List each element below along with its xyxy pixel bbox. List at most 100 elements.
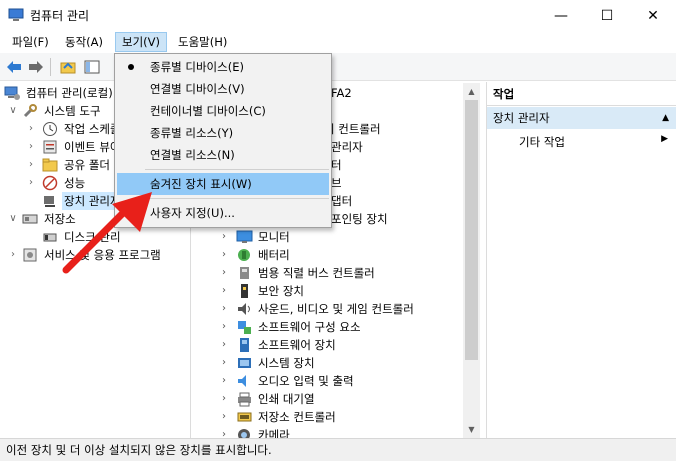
menu-separator [145, 169, 329, 170]
chevron-right-icon[interactable]: › [26, 120, 36, 138]
tree-item-label: 컴퓨터 관리(로컬) [26, 86, 113, 100]
event-viewer-icon [42, 139, 58, 155]
device-category-label: 저장소 컨트롤러 [258, 410, 336, 424]
chevron-right-icon[interactable]: › [222, 372, 232, 390]
menu-file[interactable]: 파일(F) [6, 32, 55, 52]
software-component-icon [236, 319, 253, 335]
menu-action[interactable]: 동작(A) [59, 32, 109, 52]
menu-item-label: 종류별 디바이스(E) [150, 60, 244, 74]
scroll-up-icon[interactable]: ▲ [463, 83, 480, 100]
forward-icon[interactable] [26, 58, 46, 76]
security-device-icon [236, 283, 253, 299]
device-category-label: 터 [331, 158, 342, 172]
chevron-down-icon[interactable]: ∨ [8, 102, 18, 120]
scrollbar-thumb[interactable] [465, 100, 478, 360]
chevron-right-icon[interactable]: › [222, 264, 232, 282]
device-category-label: 보안 장치 [258, 284, 304, 298]
window-title: 컴퓨터 관리 [30, 9, 90, 23]
print-queue-icon [236, 391, 253, 407]
menu-help[interactable]: 도움말(H) [172, 32, 233, 52]
device-category-label: 시스템 장치 [258, 356, 315, 370]
computer-management-icon [4, 85, 20, 101]
sound-icon [236, 301, 253, 317]
menu-item-label: 숨겨진 장치 표시(W) [150, 177, 252, 191]
services-icon [22, 247, 38, 263]
device-category-label: 소프트웨어 구성 요소 [258, 320, 361, 334]
device-category-label: 브 [331, 176, 342, 190]
title-bar: 컴퓨터 관리 — ☐ ✕ [0, 0, 676, 31]
chevron-right-icon[interactable]: › [222, 354, 232, 372]
view-menu-devices-by-type[interactable]: 종류별 디바이스(E) [117, 56, 329, 78]
storage-controller-icon [236, 409, 253, 425]
view-menu-devices-by-connection[interactable]: 연결별 디바이스(V) [117, 78, 329, 100]
chevron-right-icon[interactable]: › [222, 426, 232, 438]
device-category-label: 포인팅 장치 [331, 212, 388, 226]
device-category-label: 배터리 [258, 248, 290, 262]
chevron-right-icon[interactable]: › [222, 390, 232, 408]
chevron-right-icon[interactable]: › [26, 174, 36, 192]
device-category-label: 소프트웨어 장치 [258, 338, 336, 352]
actions-section-label: 장치 관리자 [493, 111, 550, 125]
device-category-label: 인쇄 대기열 [258, 392, 315, 406]
tree-item-label: 공유 폴더 [64, 158, 110, 172]
chevron-right-icon[interactable]: › [222, 300, 232, 318]
back-icon[interactable] [4, 58, 24, 76]
system-device-icon [236, 355, 253, 371]
device-category-label: 카메라 [258, 428, 290, 438]
chevron-right-icon[interactable]: › [8, 246, 18, 264]
menu-item-label: 컨테이너별 디바이스(C) [150, 104, 266, 118]
chevron-right-icon[interactable]: › [26, 156, 36, 174]
chevron-right-icon[interactable]: › [222, 282, 232, 300]
computer-management-app-icon [8, 8, 24, 22]
scroll-down-icon[interactable]: ▼ [463, 421, 480, 438]
minimize-button[interactable]: — [538, 0, 584, 31]
storage-icon [22, 211, 38, 227]
clock-icon [42, 121, 58, 137]
annotation-arrow-icon [62, 192, 152, 274]
chevron-right-icon[interactable]: › [26, 138, 36, 156]
device-manager-icon [42, 193, 58, 209]
camera-icon [236, 427, 253, 438]
show-hide-tree-icon[interactable] [82, 58, 102, 76]
chevron-right-icon[interactable]: › [222, 246, 232, 264]
device-category-label: 오디오 입력 및 출력 [258, 374, 354, 388]
actions-pane: 작업 장치 관리자 ▲ 기타 작업 ▶ [486, 82, 676, 438]
toolbar-separator [50, 58, 51, 76]
menu-view[interactable]: 보기(V) [115, 32, 167, 52]
collapse-caret-icon[interactable]: ▲ [662, 107, 669, 129]
device-root-label: FA2 [331, 86, 352, 100]
chevron-right-icon[interactable]: › [222, 408, 232, 426]
toolbar [0, 53, 676, 81]
device-category-label: 모니터 [258, 230, 290, 244]
chevron-right-icon[interactable]: › [222, 336, 232, 354]
view-menu-devices-by-container[interactable]: 컨테이너별 디바이스(C) [117, 100, 329, 122]
actions-section-device-manager[interactable]: 장치 관리자 ▲ [487, 107, 676, 129]
menu-bar: 파일(F) 동작(A) 보기(V) 도움말(H) [0, 31, 676, 53]
view-menu-resources-by-type[interactable]: 종류별 리소스(Y) [117, 122, 329, 144]
status-bar: 이전 장치 및 더 이상 설치되지 않은 장치를 표시합니다. [0, 438, 676, 461]
device-list-scrollbar[interactable]: ▲ ▼ [463, 83, 480, 438]
menu-item-label: 연결별 리소스(N) [150, 148, 235, 162]
actions-header: 작업 [487, 82, 676, 106]
usb-icon [236, 265, 253, 281]
chevron-down-icon[interactable]: ∨ [8, 210, 18, 228]
more-actions-item[interactable]: 기타 작업 [519, 134, 565, 150]
shared-folder-icon [42, 157, 58, 173]
close-button[interactable]: ✕ [630, 0, 676, 31]
menu-separator [145, 198, 329, 199]
performance-icon [42, 175, 58, 191]
tree-item-label: 시스템 도구 [44, 104, 101, 118]
submenu-arrow-icon[interactable]: ▶ [661, 134, 668, 144]
device-category-label: 관리자 [331, 140, 363, 154]
up-folder-icon[interactable] [58, 58, 78, 76]
maximize-button[interactable]: ☐ [584, 0, 630, 31]
chevron-right-icon[interactable]: › [222, 318, 232, 336]
view-menu-resources-by-connection[interactable]: 연결별 리소스(N) [117, 144, 329, 166]
device-category-label: 범용 직렬 버스 컨트롤러 [258, 266, 375, 280]
menu-item-label: 종류별 리소스(Y) [150, 126, 234, 140]
device-category-label: 댑터 [331, 194, 353, 208]
audio-io-icon [236, 373, 253, 389]
monitor-icon [236, 229, 253, 245]
menu-item-label: 사용자 지정(U)... [150, 206, 235, 220]
chevron-right-icon[interactable]: › [222, 228, 232, 246]
